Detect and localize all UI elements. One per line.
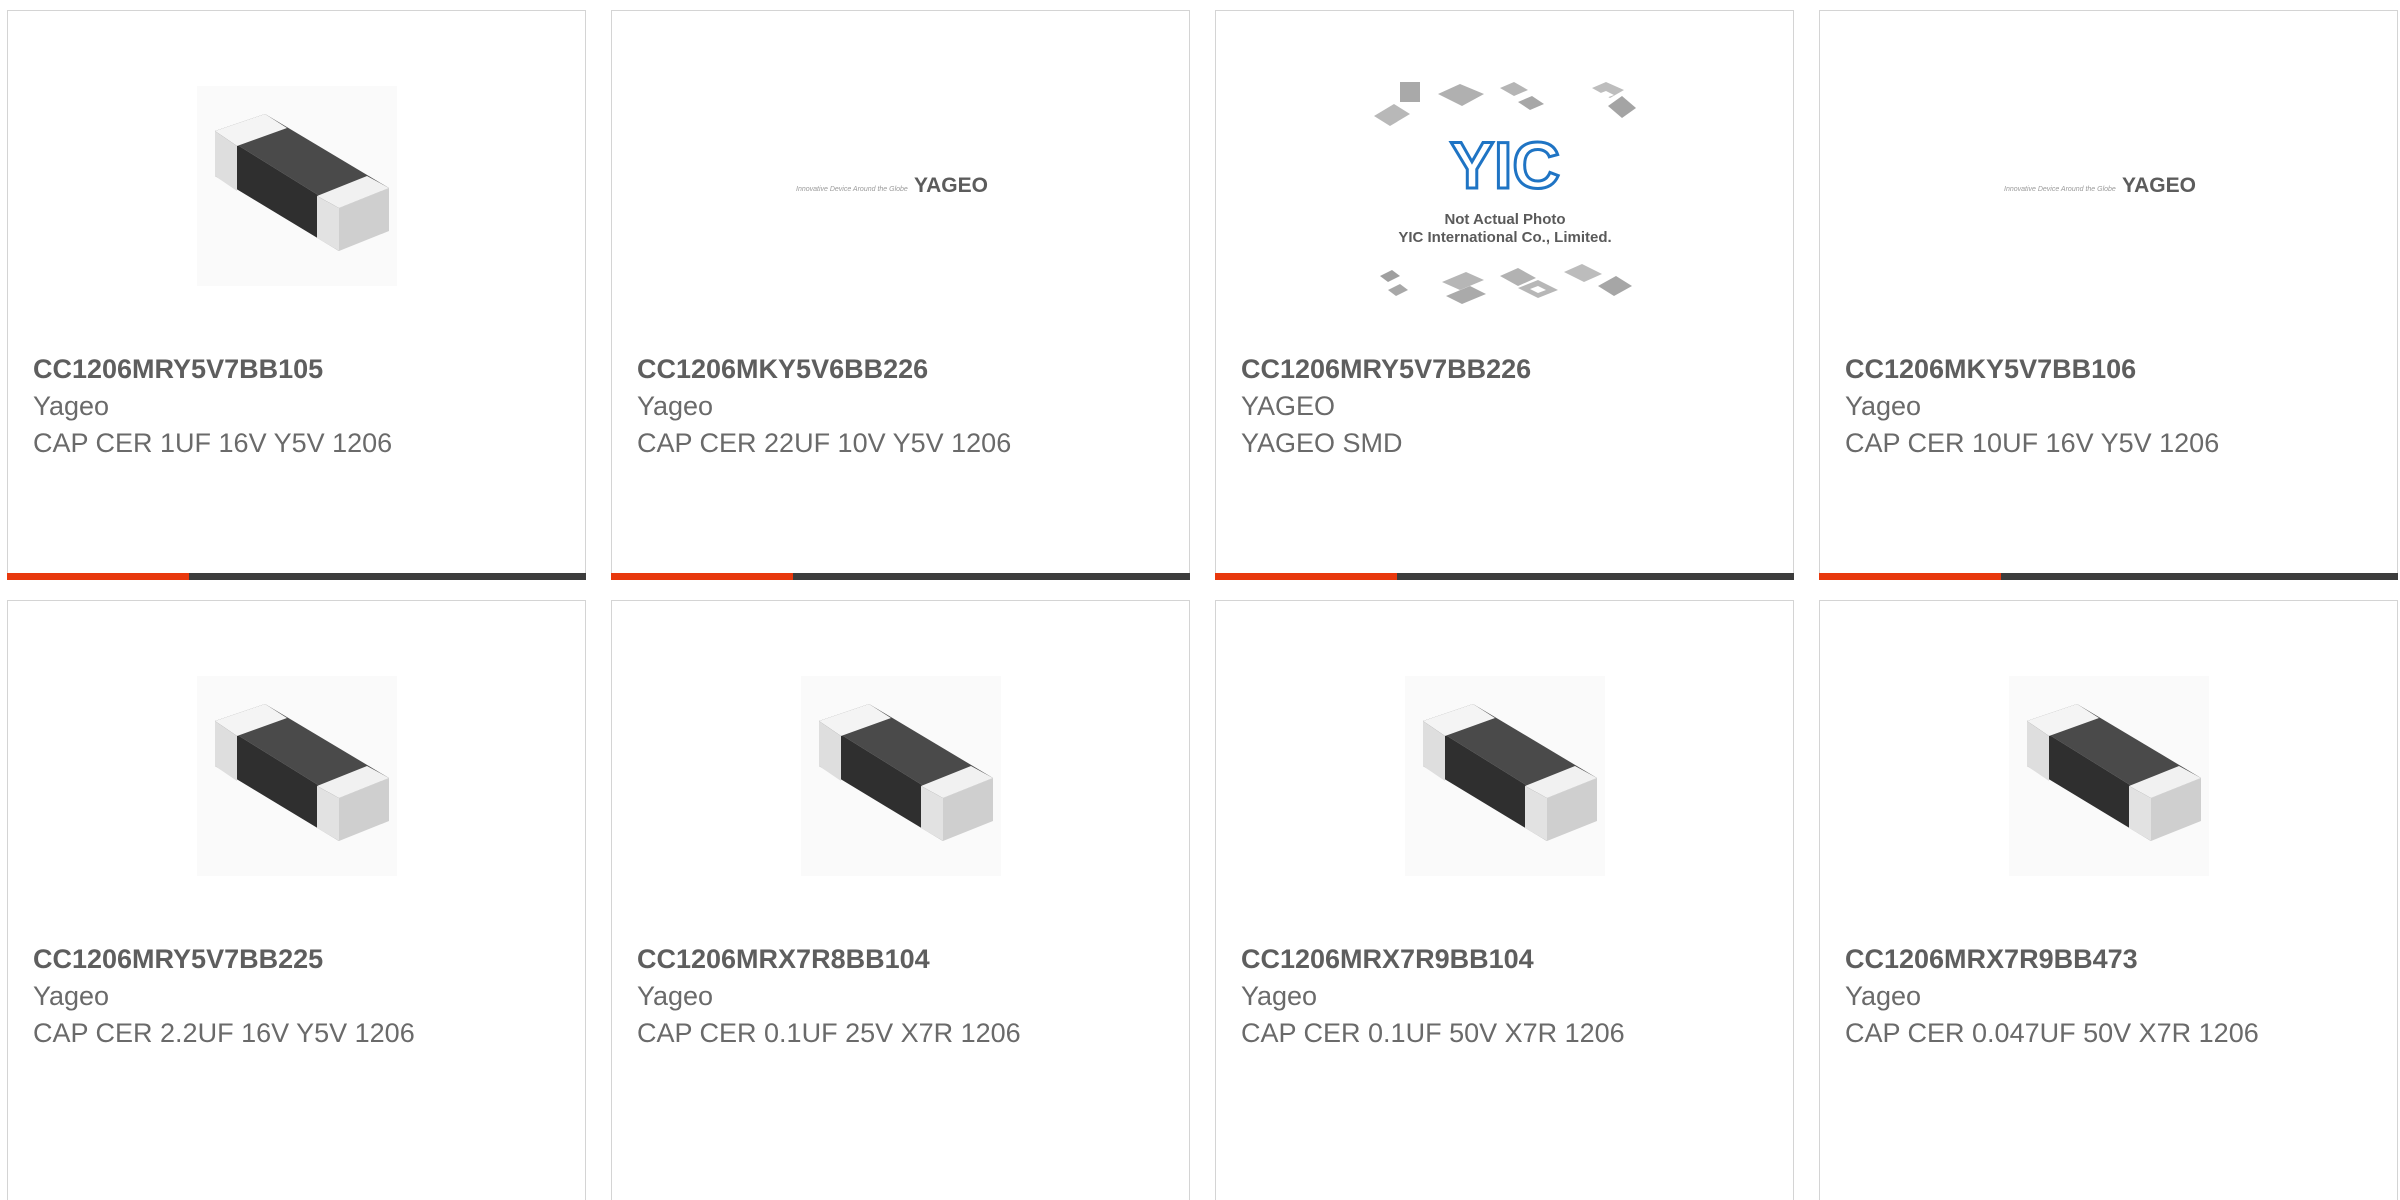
product-card[interactable]: CC1206MRX7R8BB104 Yageo CAP CER 0.1UF 25… xyxy=(611,600,1190,1200)
yageo-logo: Innovative Device Around the Globe YAGEO xyxy=(2004,174,2196,197)
svg-text:Innovative Device Around the G: Innovative Device Around the Globe xyxy=(796,186,908,193)
description: YAGEO SMD xyxy=(1241,428,1403,458)
description: CAP CER 0.1UF 25V X7R 1206 xyxy=(637,1018,1021,1048)
part-number[interactable]: CC1206MRY5V7BB105 xyxy=(33,351,560,388)
description: CAP CER 2.2UF 16V Y5V 1206 xyxy=(33,1018,415,1048)
manufacturer: Yageo xyxy=(33,391,110,421)
manufacturer: Yageo xyxy=(1845,981,1922,1011)
product-card[interactable]: CC1206MRX7R9BB473 Yageo CAP CER 0.047UF … xyxy=(1819,600,2398,1200)
manufacturer: Yageo xyxy=(637,391,714,421)
part-number[interactable]: CC1206MRX7R9BB104 xyxy=(1241,941,1768,978)
part-number[interactable]: CC1206MRY5V7BB225 xyxy=(33,941,560,978)
svg-text:YIC International Co., Limited: YIC International Co., Limited. xyxy=(1398,229,1611,246)
svg-text:YIC: YIC xyxy=(1449,128,1559,202)
svg-text:YAGEO: YAGEO xyxy=(2122,174,2196,197)
part-number[interactable]: CC1206MRX7R8BB104 xyxy=(637,941,1164,978)
product-image[interactable]: YIC Not Actual Photo YIC International C… xyxy=(1216,46,1793,346)
product-card[interactable]: YIC Not Actual Photo YIC International C… xyxy=(1215,10,1794,580)
product-image[interactable] xyxy=(1820,666,2397,886)
product-image[interactable] xyxy=(8,666,585,886)
part-number[interactable]: CC1206MRY5V7BB226 xyxy=(1241,351,1768,388)
product-grid: CC1206MRY5V7BB105 Yageo CAP CER 1UF 16V … xyxy=(0,0,2400,1200)
product-card[interactable]: Innovative Device Around the Globe YAGEO… xyxy=(611,10,1190,580)
manufacturer: Yageo xyxy=(637,981,714,1011)
yic-placeholder-image: YIC Not Actual Photo YIC International C… xyxy=(1373,82,1636,304)
product-card[interactable]: CC1206MRX7R9BB104 Yageo CAP CER 0.1UF 50… xyxy=(1215,600,1794,1200)
product-card[interactable]: CC1206MRY5V7BB225 Yageo CAP CER 2.2UF 16… xyxy=(7,600,586,1200)
description: CAP CER 0.047UF 50V X7R 1206 xyxy=(1845,1018,2259,1048)
part-number[interactable]: CC1206MRX7R9BB473 xyxy=(1845,941,2372,978)
chip-capacitor-image xyxy=(196,676,397,876)
svg-text:YAGEO: YAGEO xyxy=(914,174,988,197)
product-image[interactable] xyxy=(612,666,1189,886)
yageo-logo: Innovative Device Around the Globe YAGEO xyxy=(796,174,988,197)
part-number[interactable]: CC1206MKY5V7BB106 xyxy=(1845,351,2372,388)
card-accent-bar xyxy=(1215,573,1794,580)
product-image[interactable] xyxy=(1216,666,1793,886)
chip-capacitor-image xyxy=(196,86,397,286)
chip-capacitor-image xyxy=(800,676,1001,876)
chip-capacitor-image xyxy=(1404,676,1605,876)
manufacturer: Yageo xyxy=(1845,391,1922,421)
manufacturer: YAGEO xyxy=(1241,391,1336,421)
product-card[interactable]: CC1206MRY5V7BB105 Yageo CAP CER 1UF 16V … xyxy=(7,10,586,580)
card-accent-bar xyxy=(1819,573,2398,580)
manufacturer: Yageo xyxy=(1241,981,1318,1011)
svg-text:Not Actual Photo: Not Actual Photo xyxy=(1444,211,1565,228)
description: CAP CER 22UF 10V Y5V 1206 xyxy=(637,428,1012,458)
product-card[interactable]: Innovative Device Around the Globe YAGEO… xyxy=(1819,10,2398,580)
manufacturer: Yageo xyxy=(33,981,110,1011)
card-accent-bar xyxy=(7,573,586,580)
product-image[interactable]: Innovative Device Around the Globe YAGEO xyxy=(612,76,1189,296)
product-image[interactable]: Innovative Device Around the Globe YAGEO xyxy=(1820,76,2397,296)
svg-text:Innovative Device Around the G: Innovative Device Around the Globe xyxy=(2004,186,2116,193)
description: CAP CER 10UF 16V Y5V 1206 xyxy=(1845,428,2220,458)
description: CAP CER 1UF 16V Y5V 1206 xyxy=(33,428,393,458)
description: CAP CER 0.1UF 50V X7R 1206 xyxy=(1241,1018,1625,1048)
product-image[interactable] xyxy=(8,76,585,296)
card-accent-bar xyxy=(611,573,1190,580)
part-number[interactable]: CC1206MKY5V6BB226 xyxy=(637,351,1164,388)
chip-capacitor-image xyxy=(2008,676,2209,876)
